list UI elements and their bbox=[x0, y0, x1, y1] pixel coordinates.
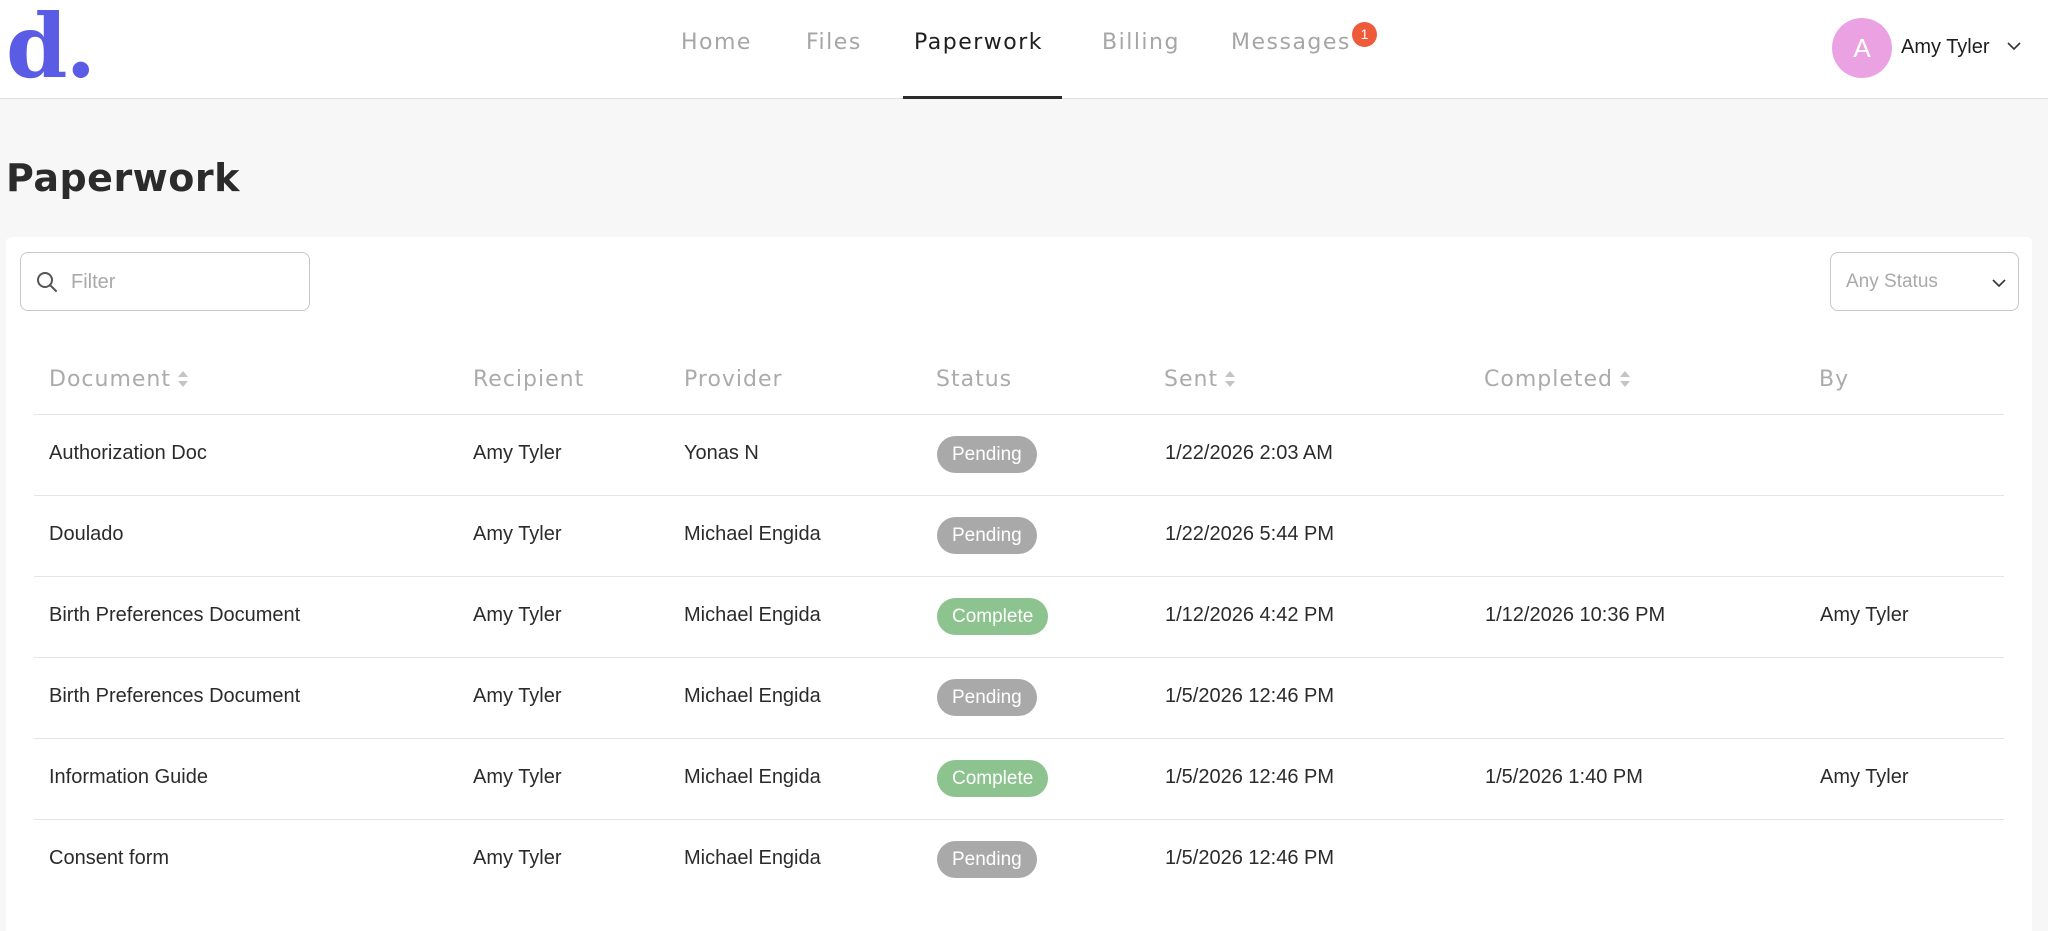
cell-sent: 1/5/2026 12:46 PM bbox=[1165, 766, 1335, 788]
chevron-down-icon bbox=[1992, 279, 2006, 288]
cell-document[interactable]: Birth Preferences Document bbox=[49, 685, 300, 708]
paperwork-table-card: Any Status Document Recipient Provider S… bbox=[6, 237, 2032, 931]
status-badge: Pending bbox=[937, 436, 1037, 473]
column-header-sent[interactable]: Sent bbox=[1164, 367, 1237, 392]
sort-icon[interactable] bbox=[1618, 368, 1632, 390]
column-header-completed[interactable]: Completed bbox=[1484, 367, 1632, 392]
cell-provider: Michael Engida bbox=[684, 847, 821, 869]
status-badge: Pending bbox=[937, 841, 1037, 878]
cell-recipient: Amy Tyler bbox=[473, 847, 562, 869]
cell-document[interactable]: Consent form bbox=[49, 847, 169, 870]
table-row[interactable]: Doulado Amy Tyler Michael Engida 1/22/2026 … bbox=[34, 495, 2004, 576]
messages-unread-badge: 1 bbox=[1352, 22, 1377, 47]
column-header-by: By bbox=[1819, 367, 1850, 392]
sort-icon[interactable] bbox=[176, 368, 190, 390]
cell-provider: Michael Engida bbox=[684, 523, 821, 545]
cell-recipient: Amy Tyler bbox=[473, 523, 562, 545]
cell-document[interactable]: Information Guide bbox=[49, 766, 208, 789]
nav-item-files[interactable]: Files bbox=[806, 30, 862, 55]
status-filter-select[interactable]: Any Status bbox=[1830, 252, 2019, 311]
cell-recipient: Amy Tyler bbox=[473, 442, 562, 464]
filter-input[interactable] bbox=[71, 265, 291, 299]
column-header-recipient: Recipient bbox=[473, 367, 585, 392]
cell-provider: Michael Engida bbox=[684, 766, 821, 788]
cell-sent: 1/22/2026 2:03 AM bbox=[1165, 442, 1333, 464]
nav-item-messages[interactable]: Messages bbox=[1231, 30, 1351, 55]
cell-sent: 1/5/2026 12:46 PM bbox=[1165, 847, 1335, 869]
table-row[interactable]: Authorization Doc Amy Tyler Yonas N 1/22/20… bbox=[34, 414, 2004, 495]
cell-recipient: Amy Tyler bbox=[473, 766, 562, 788]
chevron-down-icon[interactable] bbox=[2006, 38, 2022, 54]
column-header-completed-label: Completed bbox=[1484, 367, 1613, 392]
cell-recipient: Amy Tyler bbox=[473, 685, 562, 707]
status-badge: Pending bbox=[937, 517, 1037, 554]
top-navigation-bar: d. Home Files Paperwork Billing Messages… bbox=[0, 0, 2048, 99]
cell-provider: Yonas N bbox=[684, 442, 759, 464]
cell-provider: Michael Engida bbox=[684, 685, 821, 707]
cell-completed: 1/12/2026 10:36 PM bbox=[1485, 604, 1666, 626]
column-header-document-label: Document bbox=[49, 367, 171, 392]
cell-provider: Michael Engida bbox=[684, 604, 821, 626]
cell-completed: 1/5/2026 1:40 PM bbox=[1485, 766, 1643, 788]
avatar[interactable]: A bbox=[1832, 18, 1892, 78]
cell-sent: 1/22/2026 5:44 PM bbox=[1165, 523, 1335, 545]
column-header-provider: Provider bbox=[684, 367, 783, 392]
page-title: Paperwork bbox=[6, 156, 240, 200]
status-badge: Complete bbox=[937, 598, 1049, 635]
filter-field[interactable] bbox=[20, 252, 310, 311]
main-nav: Home Files Paperwork Billing Messages 1 bbox=[0, 0, 2048, 99]
active-tab-indicator bbox=[903, 96, 1062, 99]
search-icon bbox=[37, 272, 57, 292]
table-row[interactable]: Consent form Amy Tyler Michael Engida 1/5/2… bbox=[34, 819, 2004, 900]
nav-item-home[interactable]: Home bbox=[681, 30, 752, 55]
cell-by: Amy Tyler bbox=[1820, 604, 1909, 626]
status-badge: Pending bbox=[937, 679, 1037, 716]
cell-document[interactable]: Authorization Doc bbox=[49, 442, 207, 465]
cell-recipient: Amy Tyler bbox=[473, 604, 562, 626]
table-row[interactable]: Birth Preferences Document Amy Tyler Micha… bbox=[34, 657, 2004, 738]
cell-by: Amy Tyler bbox=[1820, 766, 1909, 788]
table-row[interactable]: Information Guide Amy Tyler Michael Engida… bbox=[34, 738, 2004, 819]
cell-document[interactable]: Birth Preferences Document bbox=[49, 604, 300, 627]
column-header-status: Status bbox=[936, 367, 1013, 392]
sort-icon[interactable] bbox=[1223, 368, 1237, 390]
cell-sent: 1/5/2026 12:46 PM bbox=[1165, 685, 1335, 707]
cell-sent: 1/12/2026 4:42 PM bbox=[1165, 604, 1335, 626]
status-badge: Complete bbox=[937, 760, 1049, 797]
cell-document[interactable]: Doulado bbox=[49, 523, 124, 546]
nav-item-billing[interactable]: Billing bbox=[1102, 30, 1180, 55]
column-header-sent-label: Sent bbox=[1164, 367, 1219, 392]
status-filter-value: Any Status bbox=[1846, 271, 1938, 292]
table-row[interactable]: Birth Preferences Document Amy Tyler Micha… bbox=[34, 576, 2004, 657]
user-name[interactable]: Amy Tyler bbox=[1901, 36, 1990, 59]
nav-item-paperwork[interactable]: Paperwork bbox=[914, 30, 1043, 55]
column-header-document[interactable]: Document bbox=[49, 367, 190, 392]
